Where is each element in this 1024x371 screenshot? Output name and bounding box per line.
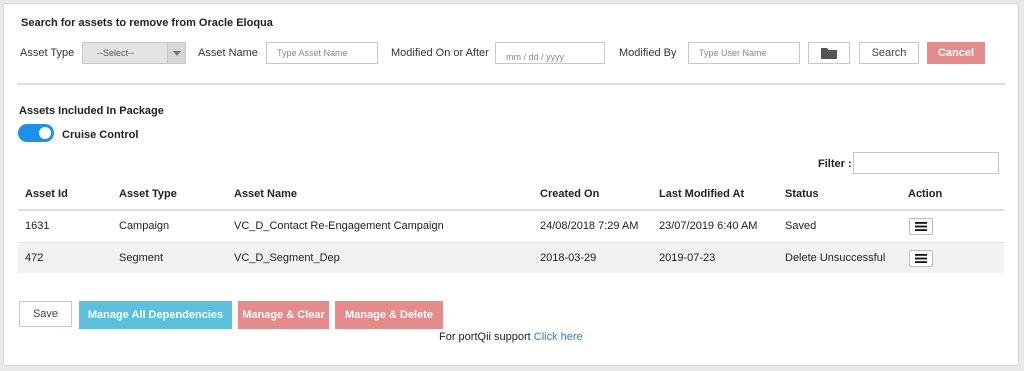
table-row: 1631 Campaign VC_D_Contact Re-Engagement… — [18, 209, 1004, 240]
asset-name-input[interactable]: Type Asset Name — [266, 42, 378, 64]
asset-type-select[interactable]: --Select-- — [82, 42, 186, 64]
col-header-asset-id: Asset Id — [25, 188, 68, 200]
manage-all-dependencies-button[interactable]: Manage All Dependencies — [79, 301, 232, 329]
section-divider — [17, 83, 1005, 85]
cell-status: Saved — [785, 220, 817, 232]
package-title: Assets Included In Package — [19, 105, 164, 117]
manage-delete-button[interactable]: Manage & Delete — [335, 301, 443, 329]
cell-asset-type: Campaign — [119, 220, 170, 232]
search-button[interactable]: Search — [859, 42, 919, 64]
cell-created-on: 2018-03-29 — [540, 252, 597, 264]
cell-created-on: 24/08/2018 7:29 AM — [540, 220, 639, 232]
support-footer: For portQii support Click here — [439, 331, 583, 343]
save-button[interactable]: Save — [19, 301, 72, 327]
row-action-menu-button[interactable] — [909, 218, 933, 235]
col-header-status: Status — [785, 188, 819, 200]
support-text: For portQii support — [439, 331, 531, 343]
cell-asset-id: 472 — [25, 252, 44, 264]
asset-name-label: Asset Name — [198, 47, 258, 59]
col-header-asset-name: Asset Name — [234, 188, 297, 200]
hamburger-menu-icon — [915, 222, 927, 231]
cruise-control-label: Cruise Control — [62, 129, 139, 141]
cell-asset-name: VC_D_Contact Re-Engagement Campaign — [234, 220, 444, 232]
browse-folder-button[interactable] — [808, 42, 850, 64]
cell-asset-type: Segment — [119, 252, 164, 264]
cell-last-modified: 2019-07-23 — [659, 252, 716, 264]
col-header-asset-type: Asset Type — [119, 188, 177, 200]
modified-on-date-input[interactable]: mm / dd / yyyy — [495, 42, 605, 64]
col-header-created-on: Created On — [540, 188, 600, 200]
modified-by-input[interactable]: Type User Name — [688, 42, 800, 64]
filter-label: Filter : — [818, 158, 852, 170]
search-title: Search for assets to remove from Oracle … — [21, 17, 273, 29]
table-row: 472 Segment VC_D_Segment_Dep 2018-03-29 … — [18, 242, 1004, 273]
cell-asset-id: 1631 — [25, 220, 50, 232]
col-header-action: Action — [908, 188, 943, 200]
asset-type-label: Asset Type — [20, 47, 75, 59]
toggle-knob — [39, 127, 51, 139]
cruise-control-toggle[interactable] — [18, 124, 54, 142]
support-link[interactable]: Click here — [534, 331, 583, 343]
filter-input[interactable] — [853, 152, 999, 174]
col-header-last-modified: Last Modified At — [659, 188, 745, 200]
cell-status: Delete Unsuccessful — [785, 252, 886, 264]
asset-type-selected-value: --Select-- — [97, 48, 135, 58]
cancel-button[interactable]: Cancel — [927, 42, 985, 64]
chevron-down-icon — [167, 43, 185, 63]
cell-asset-name: VC_D_Segment_Dep — [234, 252, 340, 264]
cell-last-modified: 23/07/2019 6:40 AM — [659, 220, 758, 232]
manage-clear-button[interactable]: Manage & Clear — [238, 301, 329, 329]
folder-icon — [821, 48, 837, 59]
hamburger-menu-icon — [915, 254, 927, 263]
row-action-menu-button[interactable] — [909, 250, 933, 267]
remove-assets-panel: Search for assets to remove from Oracle … — [3, 3, 1019, 366]
modified-by-label: Modified By — [619, 47, 677, 59]
modified-on-label: Modified On or After — [391, 47, 489, 59]
